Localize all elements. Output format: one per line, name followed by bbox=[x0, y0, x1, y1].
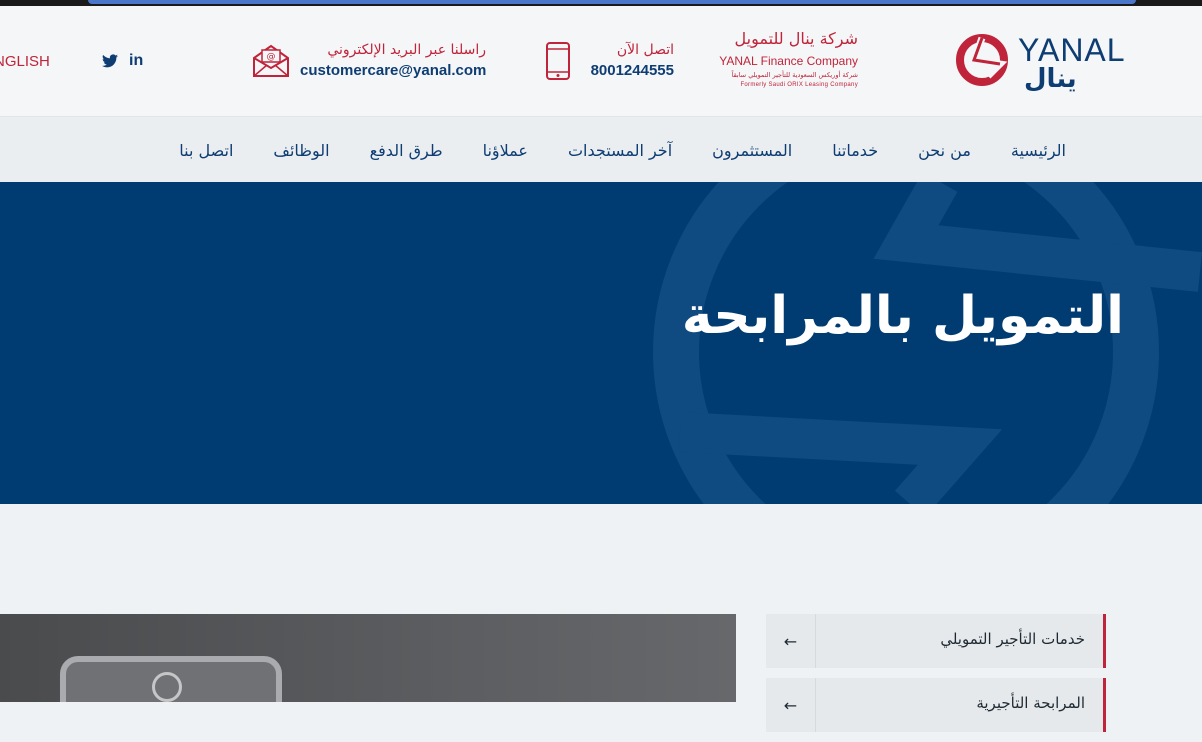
arrow-left-icon: ← bbox=[766, 614, 816, 668]
arrow-left-icon: ← bbox=[766, 678, 816, 732]
company-name-ar: شركة ينال للتمويل bbox=[734, 29, 858, 48]
twitter-icon[interactable] bbox=[102, 54, 118, 68]
nav-item-services[interactable]: خدماتنا bbox=[812, 141, 898, 160]
sidebar-item-murabaha-leasing[interactable]: ← المرابحة التأجيرية bbox=[766, 678, 1106, 732]
phone-number[interactable]: 8001244555 bbox=[588, 62, 674, 79]
nav-item-news[interactable]: آخر المستجدات bbox=[548, 141, 692, 160]
main-navigation: الرئيسية من نحن خدماتنا المستثمرون آخر ا… bbox=[0, 116, 1202, 182]
company-name-block: شركة ينال للتمويل YANAL Finance Company … bbox=[714, 28, 858, 88]
envelope-icon: @ bbox=[253, 44, 289, 77]
nav-item-payment-methods[interactable]: طرق الدفع bbox=[350, 141, 463, 160]
nav-item-careers[interactable]: الوظائف bbox=[253, 141, 349, 160]
services-sidebar: ← خدمات التأجير التمويلي ← المرابحة التأ… bbox=[766, 614, 1106, 742]
company-formerly-en: Formerly Saudi ORIX Leasing Company bbox=[740, 82, 858, 88]
phone-label: اتصل الآن bbox=[616, 42, 674, 58]
sidebar-item-label: المرابحة التأجيرية bbox=[976, 694, 1085, 712]
email-contact[interactable]: راسلنا عبر البريد الإلكتروني customercar… bbox=[300, 42, 486, 79]
scroll-indicator bbox=[88, 0, 1136, 4]
logo-text-ar: ينال bbox=[1024, 64, 1077, 94]
company-formerly-ar: شركة أوريكس السعودية للتأجير التمويلي سا… bbox=[731, 71, 858, 79]
content-area: ← خدمات التأجير التمويلي ← المرابحة التأ… bbox=[0, 504, 1202, 732]
nav-item-contact[interactable]: اتصل بنا bbox=[159, 141, 253, 160]
site-header: YANAL ينال شركة ينال للتمويل YANAL Finan… bbox=[0, 6, 1202, 116]
linkedin-icon[interactable]: in bbox=[129, 52, 143, 70]
language-switch-link[interactable]: NGLISH bbox=[0, 53, 50, 70]
nav-item-investors[interactable]: المستثمرون bbox=[692, 141, 812, 160]
page-title: التمويل بالمرابحة bbox=[681, 286, 1124, 346]
yanal-logo-icon[interactable] bbox=[952, 30, 1012, 90]
sidebar-item-leasing[interactable]: ← خدمات التأجير التمويلي bbox=[766, 614, 1106, 668]
hero-banner: التمويل بالمرابحة bbox=[0, 182, 1202, 504]
device-image bbox=[60, 656, 282, 702]
svg-text:@: @ bbox=[267, 52, 276, 62]
phone-contact[interactable]: اتصل الآن 8001244555 bbox=[588, 42, 674, 79]
nav-item-about[interactable]: من نحن bbox=[898, 141, 991, 160]
service-photo bbox=[0, 614, 736, 702]
email-address[interactable]: customercare@yanal.com bbox=[300, 62, 486, 79]
email-label: راسلنا عبر البريد الإلكتروني bbox=[327, 42, 486, 58]
nav-item-home[interactable]: الرئيسية bbox=[991, 141, 1086, 160]
nav-item-clients[interactable]: عملاؤنا bbox=[463, 141, 548, 160]
mobile-phone-icon bbox=[546, 42, 570, 80]
company-name-en: YANAL Finance Company bbox=[719, 54, 858, 68]
sidebar-item-label: خدمات التأجير التمويلي bbox=[940, 630, 1085, 648]
nav-menu: الرئيسية من نحن خدماتنا المستثمرون آخر ا… bbox=[159, 117, 1086, 183]
